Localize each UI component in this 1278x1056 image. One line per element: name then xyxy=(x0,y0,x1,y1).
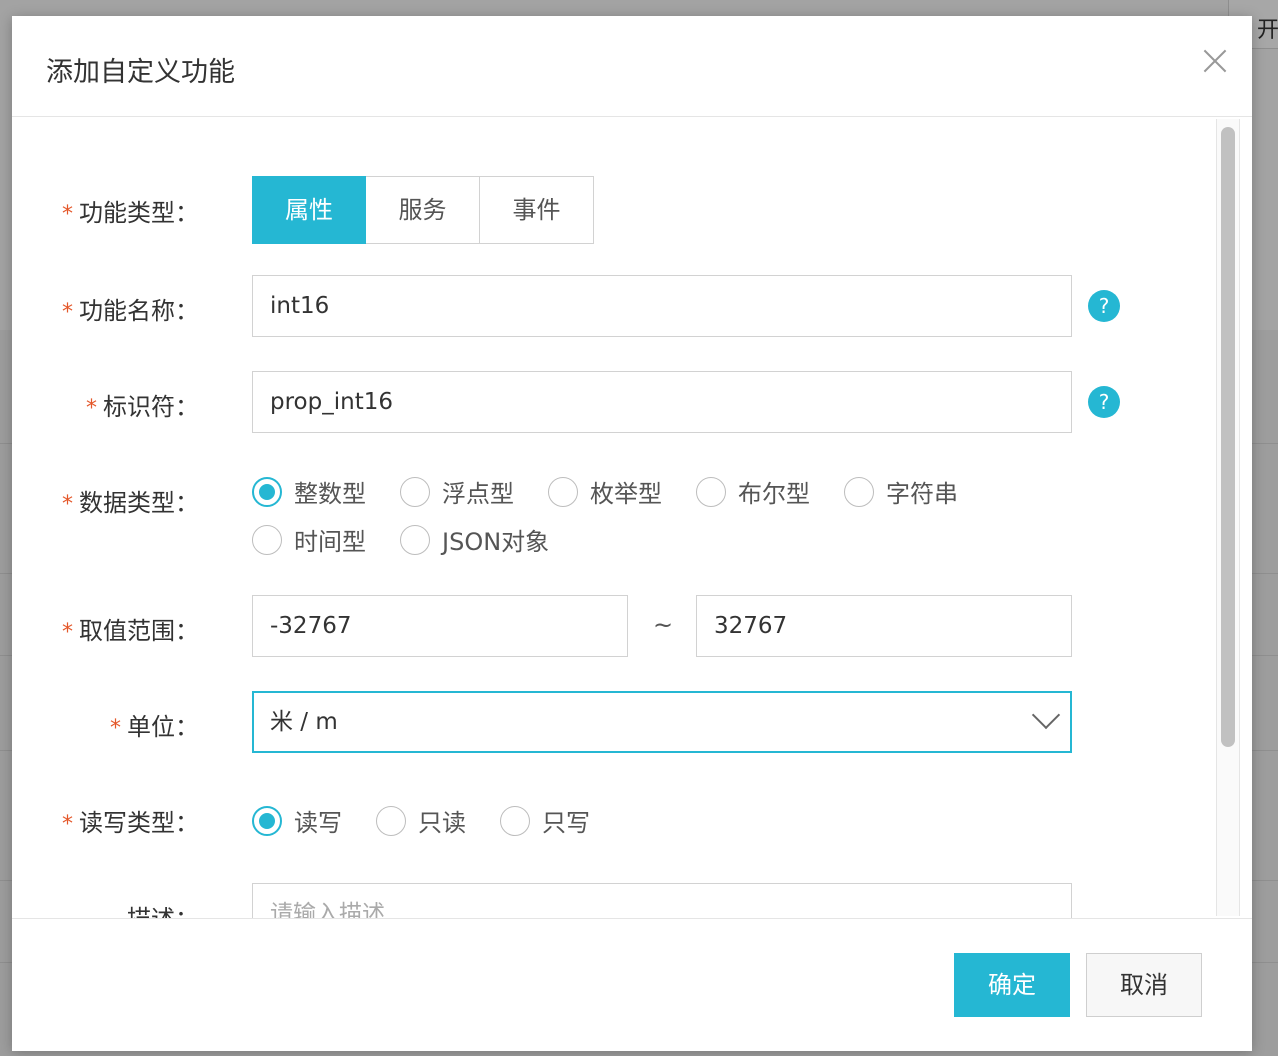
function-type-label: * 功能类型： xyxy=(62,199,199,227)
cancel-button[interactable]: 取消 xyxy=(1086,953,1202,1017)
unit-select-value: 米 / m xyxy=(270,709,338,735)
radio-dot[interactable] xyxy=(252,805,282,836)
function-name-input[interactable]: int16 xyxy=(252,275,1072,337)
radio-dot[interactable] xyxy=(844,476,874,507)
radio-dot[interactable] xyxy=(500,805,530,836)
range-separator: ~ xyxy=(653,611,674,639)
required-mark: * xyxy=(62,202,73,227)
scrollbar-thumb[interactable] xyxy=(1221,127,1235,747)
rw-type-label: * 读写类型： xyxy=(62,809,199,837)
required-mark: * xyxy=(62,620,73,645)
chevron-down-icon[interactable] xyxy=(1031,700,1061,730)
description-label: 描述： xyxy=(127,899,199,918)
data-type-json-radio[interactable]: JSON对象 xyxy=(400,522,549,557)
required-mark: * xyxy=(62,300,73,325)
data-type-string-radio[interactable]: 字符串 xyxy=(844,474,958,509)
confirm-button[interactable]: 确定 xyxy=(954,953,1070,1017)
radio-dot[interactable] xyxy=(548,476,578,507)
radio-dot[interactable] xyxy=(252,524,282,555)
unit-label: * 单位： xyxy=(110,713,199,741)
data-type-float-radio[interactable]: 浮点型 xyxy=(400,474,514,509)
value-range-label: * 取值范围： xyxy=(62,617,199,645)
unit-select[interactable]: 米 / m xyxy=(252,691,1072,753)
required-mark: * xyxy=(86,396,97,421)
dialog-footer: 确定 取消 xyxy=(12,918,1252,1051)
identifier-label: * 标识符： xyxy=(86,393,199,421)
required-mark: * xyxy=(110,716,121,741)
function-type-property[interactable]: 属性 xyxy=(252,176,366,244)
function-type-segmented: 属性 服务 事件 xyxy=(252,176,594,244)
dialog-title: 添加自定义功能 xyxy=(46,57,235,88)
add-custom-function-dialog: 添加自定义功能 * 功能类型： 属性 服务 事件 * 功能名称： int16 ? *… xyxy=(12,16,1252,1051)
radio-dot[interactable] xyxy=(376,805,406,836)
radio-dot[interactable] xyxy=(400,476,430,507)
range-max-input[interactable]: 32767 xyxy=(696,595,1072,657)
radio-dot[interactable] xyxy=(252,476,282,507)
help-icon[interactable]: ? xyxy=(1088,290,1120,322)
dialog-body: * 功能类型： 属性 服务 事件 * 功能名称： int16 ? * 标识符： pro… xyxy=(12,117,1252,918)
radio-dot[interactable] xyxy=(400,524,430,555)
data-type-label: * 数据类型： xyxy=(62,489,199,517)
rw-write-only-radio[interactable]: 只写 xyxy=(500,803,590,838)
data-type-date-radio[interactable]: 时间型 xyxy=(252,522,366,557)
identifier-input[interactable]: prop_int16 xyxy=(252,371,1072,433)
radio-dot[interactable] xyxy=(696,476,726,507)
required-mark: * xyxy=(62,492,73,517)
function-type-event[interactable]: 事件 xyxy=(480,176,594,244)
close-icon[interactable] xyxy=(1200,46,1230,76)
function-type-service[interactable]: 服务 xyxy=(366,176,480,244)
description-textarea[interactable]: 请输入描述 xyxy=(252,883,1072,918)
rw-read-write-radio[interactable]: 读写 xyxy=(252,803,342,838)
data-type-enum-radio[interactable]: 枚举型 xyxy=(548,474,662,509)
range-min-input[interactable]: -32767 xyxy=(252,595,628,657)
function-name-label: * 功能名称： xyxy=(62,297,199,325)
data-type-integer-radio[interactable]: 整数型 xyxy=(252,474,366,509)
data-type-bool-radio[interactable]: 布尔型 xyxy=(696,474,810,509)
rw-read-only-radio[interactable]: 只读 xyxy=(376,803,466,838)
help-icon[interactable]: ? xyxy=(1088,386,1120,418)
required-mark: * xyxy=(62,812,73,837)
backdrop-top-right-text: 开 xyxy=(1257,18,1278,43)
dialog-header: 添加自定义功能 xyxy=(12,16,1252,117)
scrollbar[interactable] xyxy=(1216,119,1240,916)
